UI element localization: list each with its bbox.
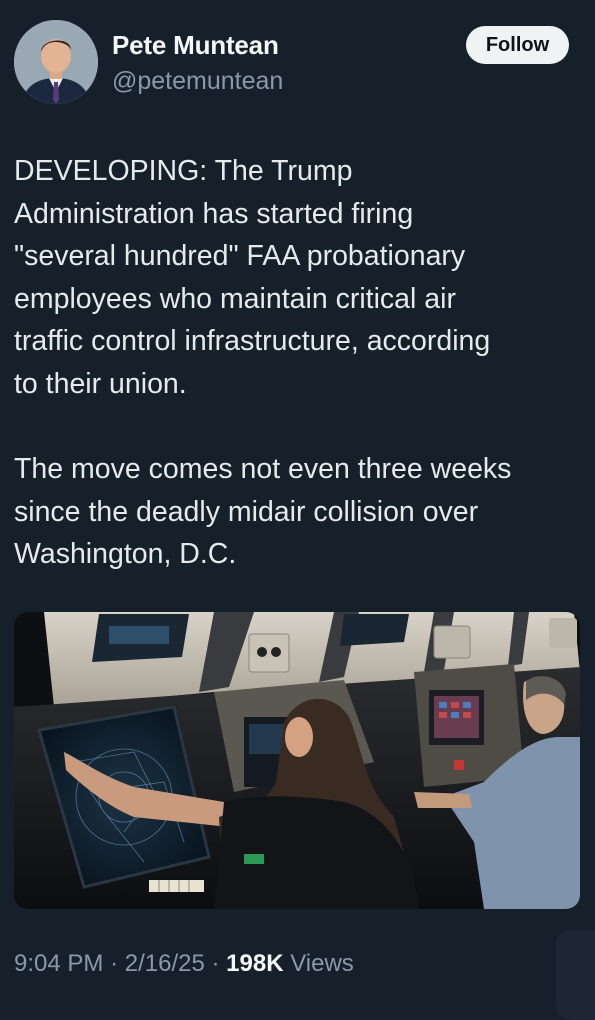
floating-action-button[interactable]	[556, 930, 595, 1020]
author-handle[interactable]: @petemuntean	[112, 67, 283, 96]
author-name[interactable]: Pete Muntean	[112, 30, 279, 61]
follow-button[interactable]: Follow	[466, 26, 569, 64]
tweet-date[interactable]: 2/16/25	[125, 950, 205, 977]
tweet-text: DEVELOPING: The Trump Administration has…	[14, 155, 512, 571]
avatar[interactable]	[14, 20, 98, 104]
views-count: 198K	[226, 950, 284, 977]
meta-separator: ·	[110, 950, 119, 977]
tweet-header: Pete Muntean @petemuntean Follow	[14, 20, 569, 110]
views-label: Views	[290, 950, 354, 977]
meta-separator: ·	[211, 950, 220, 977]
tweet-time[interactable]: 9:04 PM	[14, 950, 103, 977]
tweet-photo[interactable]	[14, 612, 580, 909]
tweet-meta: 9:04 PM · 2/16/25 · 198K Views	[14, 950, 354, 978]
